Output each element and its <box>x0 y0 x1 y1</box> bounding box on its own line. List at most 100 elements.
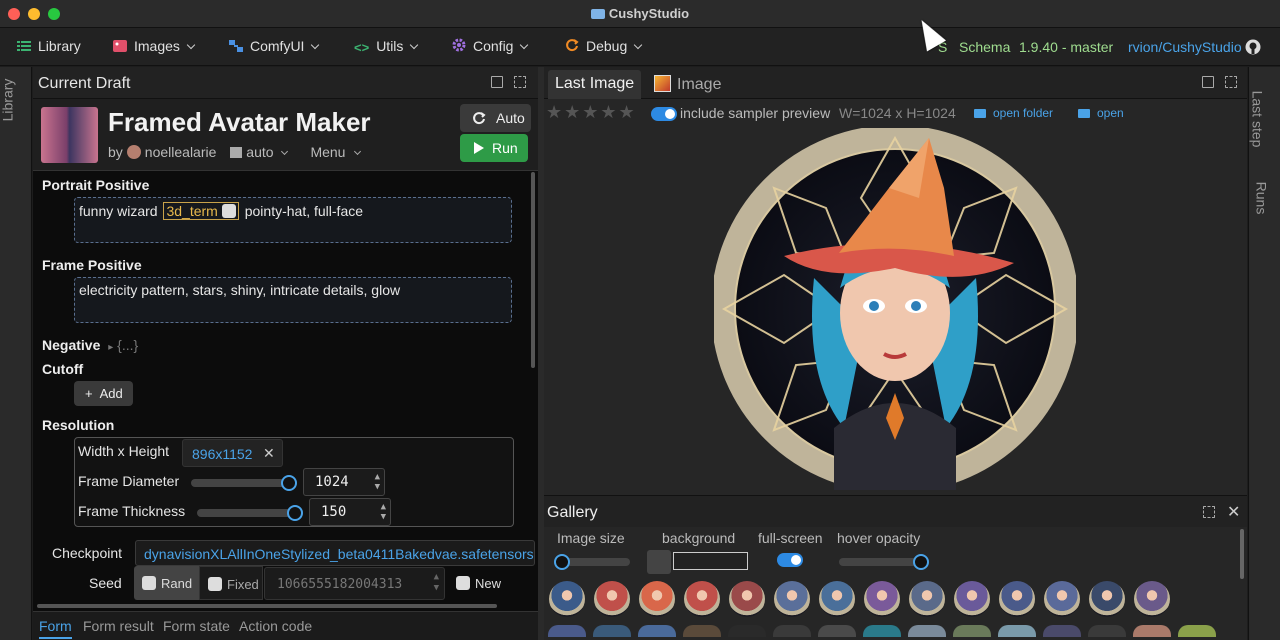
gallery-thumbnail[interactable] <box>909 581 945 617</box>
seed-new-button[interactable]: New <box>454 566 514 600</box>
gallery-thumbnail[interactable] <box>594 581 630 617</box>
frame-diameter-slider[interactable] <box>191 475 297 491</box>
open-link[interactable]: open <box>1078 106 1124 120</box>
gallery-thumbnail[interactable] <box>863 625 901 637</box>
gallery-thumbnail[interactable] <box>548 625 586 637</box>
gallery-thumbnail[interactable] <box>1043 625 1081 637</box>
gallery-thumbnail[interactable] <box>999 581 1035 617</box>
open-external-icon[interactable] <box>491 76 503 88</box>
hover-opacity-slider[interactable] <box>839 554 929 570</box>
gallery-thumbnail[interactable] <box>908 625 946 637</box>
gallery-thumbnail[interactable] <box>954 581 990 617</box>
maximize-icon[interactable] <box>1225 76 1237 88</box>
seed-fixed-button[interactable]: Fixed <box>199 566 263 600</box>
menu-debug[interactable]: Debug <box>565 38 643 54</box>
gallery-thumbnail[interactable] <box>818 625 856 637</box>
frame-prompt-input[interactable]: electricity pattern, stars, shiny, intri… <box>74 277 512 323</box>
maximize-icon[interactable] <box>1203 506 1215 518</box>
gallery-thumbnail[interactable] <box>1089 581 1125 617</box>
gallery-thumbnail[interactable] <box>639 581 675 617</box>
frame-diameter-input[interactable]: 1024 ▲ ▼ <box>303 468 385 496</box>
menu-config[interactable]: Config <box>452 38 529 54</box>
menu-comfyui[interactable]: ComfyUI <box>229 38 320 54</box>
negative-label[interactable]: Negative ▸ {...} <box>42 337 138 353</box>
gallery-title: Gallery <box>547 504 598 521</box>
seed-input[interactable]: 1066555182004313 ▲ ▼ <box>264 567 445 600</box>
tab-action-code[interactable]: Action code <box>239 618 312 634</box>
menu-images[interactable]: Images <box>113 38 196 54</box>
right-rail: Last step Runs <box>1248 67 1280 640</box>
form-vertical-scrollbar[interactable] <box>531 172 535 368</box>
menu-library[interactable]: Library <box>17 38 81 54</box>
tab-form[interactable]: Form <box>39 618 72 639</box>
form-horizontal-scrollbar[interactable] <box>37 604 497 608</box>
gallery-thumbnail[interactable] <box>774 581 810 617</box>
gallery-thumbnail[interactable] <box>593 625 631 637</box>
stepper-icon[interactable]: ▲ ▼ <box>434 572 439 594</box>
gallery-thumbnail[interactable] <box>998 625 1036 637</box>
gallery-thumbnail[interactable] <box>1134 581 1170 617</box>
chevron-down-icon <box>410 40 419 50</box>
menu-utils[interactable]: <> Utils <box>354 38 419 55</box>
gallery-thumbnail[interactable] <box>1044 581 1080 617</box>
clear-icon[interactable]: ✕ <box>263 445 275 462</box>
gallery-thumbnail[interactable] <box>1178 625 1216 637</box>
gallery-thumbnail[interactable] <box>773 625 811 637</box>
portrait-prompt-input[interactable]: funny wizard 3d_term pointy-hat, full-fa… <box>74 197 512 243</box>
stepper-icon[interactable]: ▲ ▼ <box>375 472 380 492</box>
frame-thickness-input[interactable]: 150 ▲ ▼ <box>309 498 391 526</box>
gallery-thumbnail[interactable] <box>819 581 855 617</box>
checkpoint-select[interactable]: dynavisionXLAllInOneStylized_beta0411Bak… <box>135 540 535 566</box>
menu-dropdown[interactable]: Menu <box>310 144 345 160</box>
auto-button[interactable]: Auto <box>460 104 531 132</box>
background-color-input[interactable] <box>673 552 748 570</box>
rating-stars[interactable]: ★★★★★ <box>546 102 637 123</box>
gallery-thumbnail[interactable] <box>729 581 765 617</box>
close-icon[interactable]: ✕ <box>1227 502 1240 522</box>
gallery-thumbnail[interactable] <box>1088 625 1126 637</box>
gallery-thumbnail[interactable] <box>549 581 585 617</box>
run-button[interactable]: Run <box>460 134 528 162</box>
frame-thickness-slider[interactable] <box>197 505 303 521</box>
mode-select[interactable]: auto <box>246 144 273 160</box>
gallery-scrollbar[interactable] <box>1240 529 1244 579</box>
open-external-icon[interactable] <box>1202 76 1214 88</box>
folder-icon <box>1078 109 1090 118</box>
maximize-icon[interactable] <box>514 76 526 88</box>
gallery-thumbnail[interactable] <box>864 581 900 617</box>
include-preview-toggle[interactable] <box>651 107 677 121</box>
slider-handle[interactable] <box>554 554 570 570</box>
fullscreen-toggle[interactable] <box>777 553 803 567</box>
gallery-thumbnail[interactable] <box>683 625 721 637</box>
github-icon[interactable] <box>1245 39 1261 55</box>
add-cutoff-button[interactable]: + Add <box>74 381 133 406</box>
image-panel-header: Last Image Image <box>544 67 1247 99</box>
prompt-tag[interactable]: 3d_term <box>163 202 239 220</box>
rail-library-tab[interactable]: Library <box>0 79 15 122</box>
tab-last-image[interactable]: Last Image <box>548 70 641 99</box>
image-size-slider[interactable] <box>554 554 630 570</box>
tab-image[interactable]: Image <box>654 75 721 94</box>
gallery-thumbnail[interactable] <box>638 625 676 637</box>
slider-handle[interactable] <box>913 554 929 570</box>
rail-last-step-tab[interactable]: Last step <box>1249 91 1265 148</box>
tab-form-result[interactable]: Form result <box>83 618 154 634</box>
tab-form-state[interactable]: Form state <box>163 618 230 634</box>
open-folder-link[interactable]: open folder <box>974 106 1053 120</box>
stepper-icon[interactable]: ▲ ▼ <box>381 502 386 522</box>
rail-runs-tab[interactable]: Runs <box>1253 182 1269 215</box>
gallery-thumbnail[interactable] <box>728 625 766 637</box>
width-height-select[interactable]: 896x1152 ✕ <box>182 439 283 467</box>
slider-handle[interactable] <box>281 475 297 491</box>
slider-handle[interactable] <box>287 505 303 521</box>
no-color-icon[interactable] <box>647 550 671 574</box>
seed-rand-button[interactable]: Rand <box>134 566 199 600</box>
draft-panel-header: Current Draft <box>33 67 538 99</box>
repo-link[interactable]: rvion/CushyStudio <box>1128 39 1242 55</box>
gallery-thumbnail[interactable] <box>1133 625 1171 637</box>
author-link[interactable]: noellealarie <box>145 144 217 160</box>
gallery-thumbnail[interactable] <box>684 581 720 617</box>
gallery-thumbnail[interactable] <box>953 625 991 637</box>
schema-label[interactable]: Schema <box>959 39 1010 55</box>
generated-image[interactable] <box>714 128 1076 490</box>
